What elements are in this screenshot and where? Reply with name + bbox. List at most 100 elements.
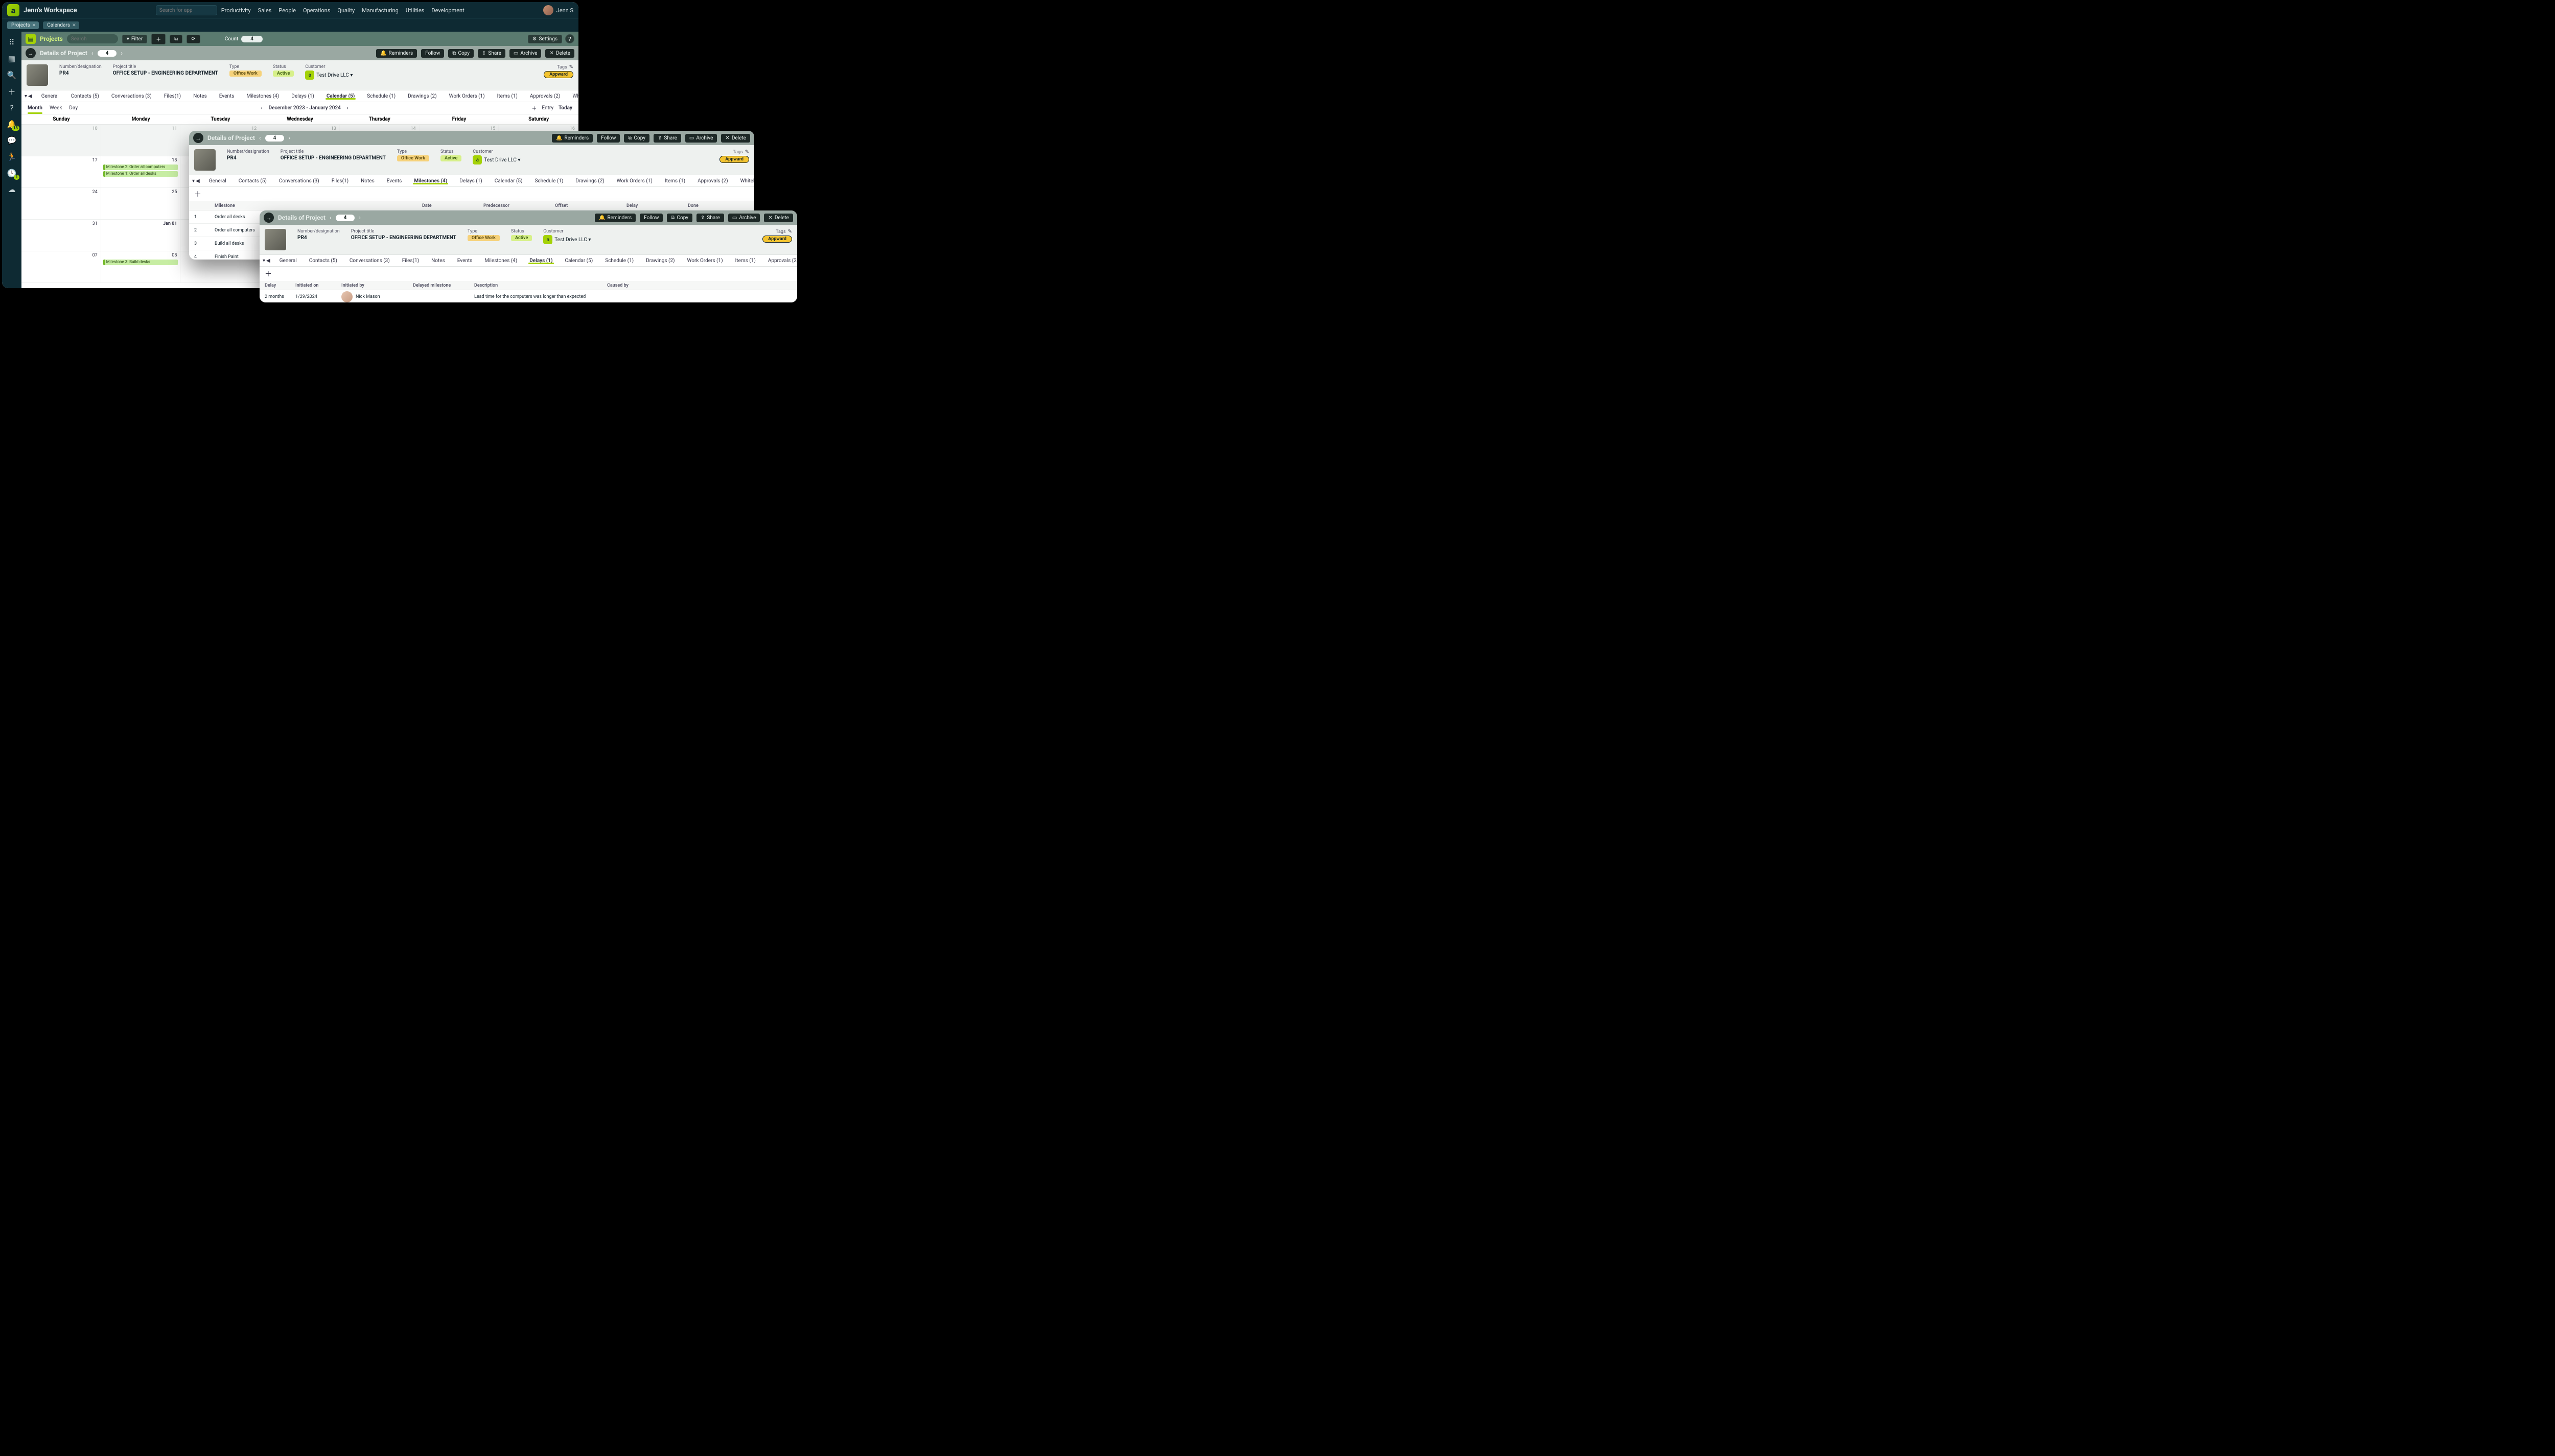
calendar-cell[interactable]: 31: [21, 220, 101, 251]
close-icon[interactable]: ✕: [72, 23, 76, 28]
archive-button[interactable]: ▭ Archive: [728, 214, 760, 222]
share-button[interactable]: ⇪ Share: [696, 214, 724, 222]
subtab[interactable]: Conversations (3): [343, 258, 396, 264]
collapse-icon[interactable]: ◀: [28, 93, 32, 99]
nav-quality[interactable]: Quality: [337, 7, 355, 14]
user-chip[interactable]: Jenn S: [543, 5, 573, 15]
subtab[interactable]: Schedule (1): [599, 258, 640, 264]
collapse-icon[interactable]: ◀: [266, 258, 270, 264]
subtab[interactable]: Calendar (5): [320, 93, 361, 99]
add-button[interactable]: ＋: [151, 34, 166, 44]
prev-record-button[interactable]: ‹: [259, 134, 261, 142]
tab-calendars[interactable]: Calendars✕: [43, 21, 79, 29]
subtab[interactable]: Whiteboards (1): [734, 178, 754, 184]
subtab[interactable]: Milestones (4): [408, 178, 453, 184]
clock-icon[interactable]: 🕓: [7, 169, 16, 178]
settings-button[interactable]: ⚙ Settings: [528, 35, 562, 43]
close-icon[interactable]: ✕: [32, 23, 36, 28]
subtab[interactable]: General: [273, 258, 303, 264]
entry-label[interactable]: Entry: [542, 105, 553, 111]
help-button[interactable]: ?: [565, 34, 574, 43]
subtab[interactable]: Work Orders (1): [611, 178, 659, 184]
subtab[interactable]: Events: [451, 258, 479, 264]
next-record-button[interactable]: ›: [121, 50, 123, 57]
follow-button[interactable]: Follow: [640, 214, 663, 222]
dropdown-icon[interactable]: ▾: [25, 93, 27, 99]
subtab[interactable]: Delays (1): [523, 258, 559, 264]
subtab[interactable]: Work Orders (1): [681, 258, 729, 264]
edit-tags-icon[interactable]: ✎: [745, 149, 749, 155]
copy-button[interactable]: ⧉: [170, 35, 182, 43]
calendar-event[interactable]: Milestone 2: Order all computers: [103, 165, 178, 170]
calendar-cell[interactable]: 10: [21, 125, 101, 156]
subtab[interactable]: Drawings (2): [402, 93, 443, 99]
subtab[interactable]: General: [35, 93, 65, 99]
back-button[interactable]: →: [26, 48, 36, 58]
subtab[interactable]: Events: [381, 178, 408, 184]
subtab[interactable]: Items (1): [729, 258, 762, 264]
dropdown-icon[interactable]: ▾: [192, 178, 195, 184]
nav-people[interactable]: People: [278, 7, 296, 14]
tab-projects[interactable]: Projects✕: [7, 21, 39, 29]
cloud-upload-icon[interactable]: ☁: [7, 185, 16, 194]
subtab[interactable]: Milestones (4): [478, 258, 523, 264]
subtab[interactable]: Items (1): [491, 93, 524, 99]
calendar-cell[interactable]: Jan 01: [101, 220, 181, 251]
range-prev-button[interactable]: ‹: [261, 105, 263, 111]
next-record-button[interactable]: ›: [288, 134, 290, 142]
calendar-cell[interactable]: 17: [21, 156, 101, 188]
subtab[interactable]: Work Orders (1): [443, 93, 491, 99]
nav-manufacturing[interactable]: Manufacturing: [362, 7, 399, 14]
delete-button[interactable]: ✕ Delete: [545, 49, 574, 58]
subtab[interactable]: Drawings (2): [640, 258, 681, 264]
help-icon[interactable]: ?: [7, 103, 16, 112]
today-button[interactable]: Today: [559, 105, 572, 111]
subtab[interactable]: Notes: [187, 93, 213, 99]
subtab[interactable]: Files(1): [158, 93, 187, 99]
delete-button[interactable]: ✕ Delete: [721, 134, 750, 143]
range-next-button[interactable]: ›: [347, 105, 349, 111]
subtab[interactable]: Schedule (1): [361, 93, 402, 99]
dropdown-icon[interactable]: ▾: [263, 258, 265, 264]
follow-button[interactable]: Follow: [421, 49, 444, 58]
view-week[interactable]: Week: [50, 105, 62, 111]
bell-icon[interactable]: 🔔: [7, 120, 16, 129]
activity-icon[interactable]: 🏃: [7, 152, 16, 161]
search-input[interactable]: [67, 34, 118, 43]
apps-grid-icon[interactable]: ⠿: [7, 38, 16, 47]
subtab[interactable]: Delays (1): [285, 93, 320, 99]
refresh-button[interactable]: ⟳: [187, 35, 200, 43]
archive-button[interactable]: ▭ Archive: [685, 134, 717, 143]
calendar-cell[interactable]: 08Milestone 3: Build desks: [101, 251, 181, 283]
nav-sales[interactable]: Sales: [258, 7, 272, 14]
subtab[interactable]: Whiteboards (1): [566, 93, 578, 99]
tag-chip[interactable]: Appward: [719, 156, 749, 163]
copy-button[interactable]: ⧉ Copy: [448, 49, 474, 58]
nav-development[interactable]: Development: [431, 7, 464, 14]
view-month[interactable]: Month: [28, 105, 42, 111]
reminders-button[interactable]: 🔔 Reminders: [552, 134, 593, 143]
subtab[interactable]: Schedule (1): [528, 178, 569, 184]
nav-productivity[interactable]: Productivity: [221, 7, 251, 14]
tag-chip[interactable]: Appward: [762, 236, 792, 243]
subtab[interactable]: Files(1): [326, 178, 355, 184]
calendar-event[interactable]: Milestone 1: Order all desks: [103, 171, 178, 177]
subtab[interactable]: Approvals (2): [762, 258, 797, 264]
tag-chip[interactable]: Appward: [544, 71, 573, 78]
chat-icon[interactable]: 💬: [7, 136, 16, 145]
table-row[interactable]: 2 months1/29/2024Nick MasonLead time for…: [260, 290, 797, 302]
search-icon[interactable]: 🔍: [7, 71, 16, 80]
calendar-cell[interactable]: 11: [101, 125, 181, 156]
subtab[interactable]: Milestones (4): [240, 93, 285, 99]
app-search-input[interactable]: [156, 5, 217, 15]
prev-record-button[interactable]: ‹: [91, 50, 94, 57]
next-record-button[interactable]: ›: [359, 214, 361, 221]
subtab[interactable]: Items (1): [659, 178, 691, 184]
archive-button[interactable]: ▭ Archive: [509, 49, 542, 58]
follow-button[interactable]: Follow: [597, 134, 620, 143]
subtab[interactable]: Drawings (2): [569, 178, 610, 184]
subtab[interactable]: Calendar (5): [559, 258, 599, 264]
prev-record-button[interactable]: ‹: [330, 214, 332, 221]
subtab[interactable]: Contacts (5): [65, 93, 105, 99]
nav-utilities[interactable]: Utilities: [406, 7, 425, 14]
